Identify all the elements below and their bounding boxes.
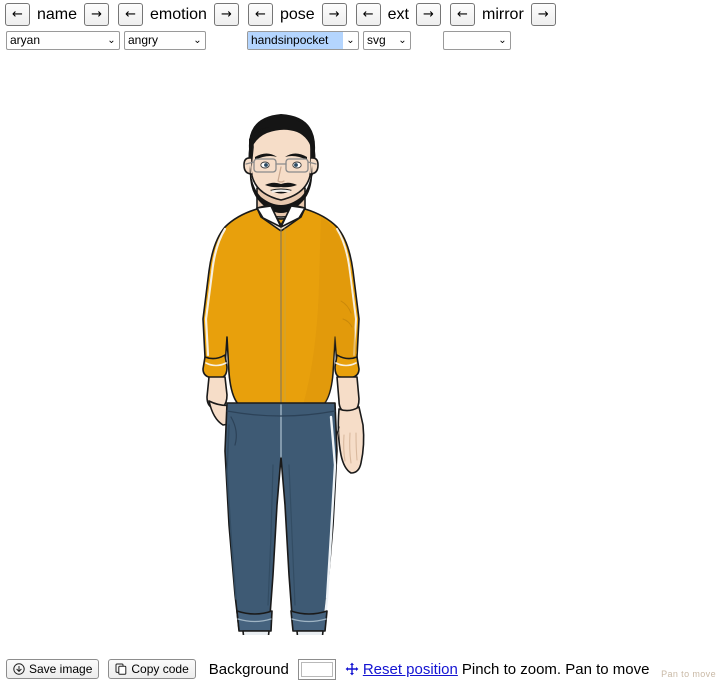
pose-label: pose <box>279 6 315 23</box>
chevron-down-icon: ⌄ <box>193 35 202 46</box>
chevron-down-icon: ⌄ <box>107 35 116 46</box>
save-image-button[interactable]: Save image <box>6 659 100 679</box>
watermark-text: Pan to move <box>661 669 716 679</box>
move-arrows-icon <box>345 662 359 676</box>
pose-next-button[interactable]: → <box>321 3 347 26</box>
chevron-down-icon: ⌄ <box>398 35 407 46</box>
emotion-next-button[interactable]: → <box>213 3 239 26</box>
pose-select[interactable]: handsinpocket ⌄ <box>247 31 359 50</box>
zoom-pan-hint: Pinch to zoom. Pan to move <box>461 660 650 678</box>
background-color-swatch <box>300 661 333 677</box>
save-image-label: Save image <box>29 662 93 676</box>
emotion-select-value: angry <box>128 33 159 47</box>
ext-label: ext <box>387 6 409 23</box>
copy-code-button[interactable]: Copy code <box>108 659 196 679</box>
name-label: name <box>37 6 78 23</box>
pose-prev-button[interactable]: ← <box>247 3 273 26</box>
emotion-label: emotion <box>150 6 207 23</box>
chevron-down-icon: ⌄ <box>346 35 355 46</box>
character-illustration[interactable] <box>151 105 411 635</box>
name-next-button[interactable]: → <box>84 3 110 26</box>
emotion-select[interactable]: angry ⌄ <box>124 31 206 50</box>
copy-code-label: Copy code <box>131 662 189 676</box>
mirror-next-button[interactable]: → <box>530 3 556 26</box>
name-prev-button[interactable]: ← <box>5 3 30 26</box>
nav-group-mirror: ← mirror → <box>450 3 556 26</box>
background-color-picker[interactable] <box>297 658 336 680</box>
name-select[interactable]: aryan ⌄ <box>6 31 120 50</box>
copy-icon <box>115 663 127 675</box>
mirror-label: mirror <box>482 6 524 23</box>
ext-select[interactable]: svg ⌄ <box>363 31 411 50</box>
ext-next-button[interactable]: → <box>416 3 441 26</box>
mirror-prev-button[interactable]: ← <box>450 3 475 26</box>
category-nav-row: ← name → ← emotion → ← pose → ← ext → ← … <box>5 3 565 26</box>
name-select-value: aryan <box>10 33 41 47</box>
nav-group-ext: ← ext → <box>355 3 441 26</box>
select-row: aryan ⌄ angry ⌄ handsinpocket ⌄ svg ⌄ ⌄ <box>6 31 722 51</box>
emotion-prev-button[interactable]: ← <box>118 3 144 26</box>
ext-select-value: svg <box>367 33 386 47</box>
bottom-toolbar: Save image Copy code Background Reset po… <box>0 653 722 685</box>
nav-group-emotion: ← emotion → <box>118 3 239 26</box>
ext-prev-button[interactable]: ← <box>355 3 381 26</box>
download-circle-icon <box>13 663 25 675</box>
character-canvas[interactable] <box>0 55 722 647</box>
pose-select-value: handsinpocket <box>248 32 343 49</box>
chevron-down-icon: ⌄ <box>498 35 507 46</box>
mirror-select[interactable]: ⌄ <box>443 31 511 50</box>
nav-group-pose: ← pose → <box>247 3 347 26</box>
nav-group-name: ← name → <box>5 3 110 26</box>
background-label: Background <box>208 660 289 678</box>
reset-position-link[interactable]: Reset position <box>363 661 458 678</box>
